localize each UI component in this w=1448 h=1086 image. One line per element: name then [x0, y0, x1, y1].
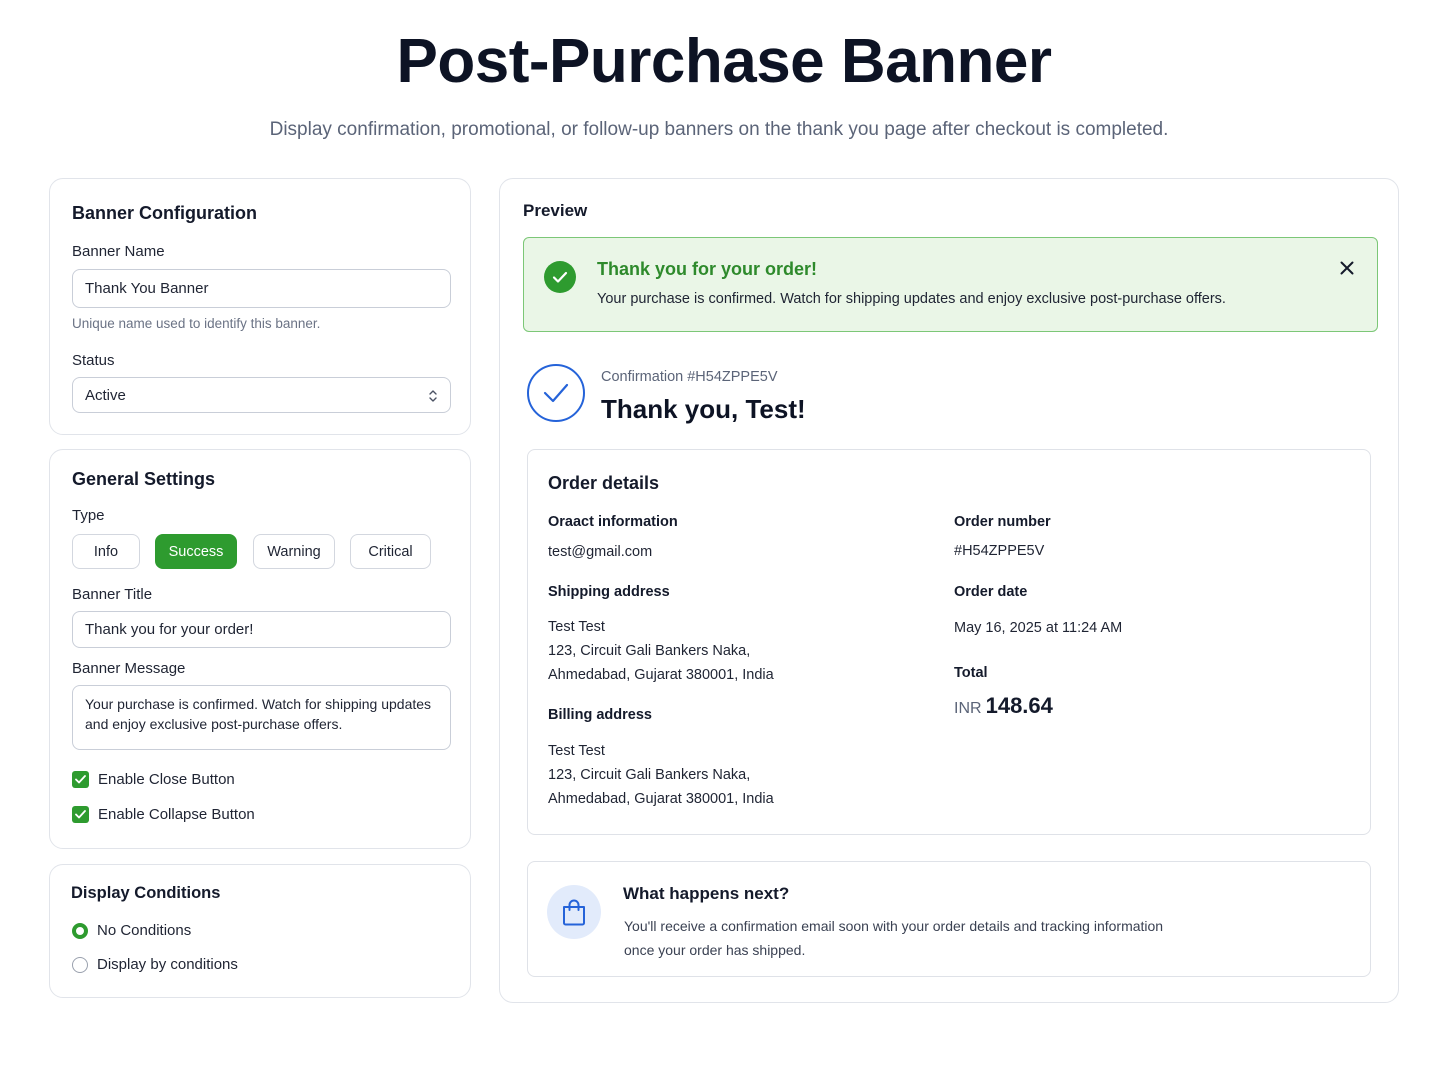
display-conditions-card: Display Conditions No Conditions Display…	[49, 864, 471, 998]
order-details-title: Order details	[548, 473, 660, 493]
banner-title: Thank you for your order!	[597, 259, 818, 279]
billing-line1: 123, Circuit Gali Bankers Naka,	[548, 767, 751, 783]
radio-label: Display by conditions	[97, 956, 238, 973]
shipping-line1: 123, Circuit Gali Bankers Naka,	[548, 643, 751, 659]
shipping-name: Test Test	[548, 619, 605, 635]
contact-label: Oraact information	[548, 514, 678, 530]
shipping-line2: Ahmedabad, Gujarat 380001, India	[548, 667, 774, 683]
preview-title: Preview	[523, 201, 588, 220]
page-subtitle: Display confirmation, promotional, or fo…	[269, 119, 1169, 140]
chevron-updown-icon	[429, 390, 437, 402]
banner-message: Your purchase is confirmed. Watch for sh…	[597, 291, 1226, 307]
type-info-button[interactable]: Info	[72, 534, 140, 569]
success-banner: Thank you for your order! Your purchase …	[523, 237, 1378, 332]
billing-line2: Ahmedabad, Gujarat 380001, India	[548, 791, 774, 807]
general-settings-card: General Settings Type Info Success Warni…	[49, 449, 471, 849]
banner-message-textarea[interactable]: Your purchase is confirmed. Watch for sh…	[72, 685, 451, 750]
total-amount: 148.64	[985, 693, 1053, 718]
banner-name-value: Thank You Banner	[85, 280, 209, 297]
radio-no-conditions[interactable]: No Conditions	[72, 922, 191, 939]
next-title: What happens next?	[623, 884, 790, 903]
status-value: Active	[85, 386, 126, 404]
enable-collapse-checkbox[interactable]: Enable Collapse Button	[72, 806, 255, 823]
card-title: Banner Configuration	[72, 203, 257, 223]
order-number-label: Order number	[954, 514, 1051, 530]
radio-unselected	[72, 956, 88, 973]
check-icon	[72, 771, 89, 788]
page-title: Post-Purchase Banner	[396, 27, 1053, 96]
type-label: Type	[72, 507, 105, 524]
total-currency: INR	[954, 700, 982, 717]
enable-close-label: Enable Close Button	[98, 771, 235, 788]
banner-name-label: Banner Name	[72, 243, 165, 260]
banner-title-input[interactable]: Thank you for your order!	[72, 611, 451, 648]
total-value: INR 148.64	[954, 694, 1053, 721]
contact-value: test@gmail.com	[548, 544, 653, 560]
banner-title-value: Thank you for your order!	[85, 621, 254, 638]
confirmation-number: Confirmation #H54ZPPE5V	[601, 369, 778, 385]
shipping-address: Test Test 123, Circuit Gali Bankers Naka…	[548, 615, 774, 687]
check-circle-icon	[527, 364, 585, 422]
radio-label: No Conditions	[97, 922, 192, 939]
preview-card: Preview Thank you for your order! Your p…	[499, 178, 1399, 1003]
shopping-bag-icon	[547, 885, 601, 939]
radio-display-by-conditions[interactable]: Display by conditions	[72, 956, 238, 973]
type-success-button[interactable]: Success	[155, 534, 237, 569]
billing-label: Billing address	[548, 707, 652, 723]
total-label: Total	[954, 665, 988, 681]
radio-selected	[72, 922, 88, 939]
order-date-value: May 16, 2025 at 11:24 AM	[954, 620, 1123, 636]
order-number-value: #H54ZPPE5V	[954, 543, 1045, 559]
order-details-card: Order details Oraact information test@gm…	[527, 449, 1371, 835]
check-circle-icon	[544, 261, 576, 293]
banner-message-label: Banner Message	[72, 660, 186, 677]
what-happens-next-card: What happens next? You'll receive a conf…	[527, 861, 1371, 977]
banner-name-help: Unique name used to identify this banner…	[72, 316, 321, 331]
banner-name-input[interactable]: Thank You Banner	[72, 269, 451, 308]
shipping-label: Shipping address	[548, 584, 670, 600]
billing-address: Test Test 123, Circuit Gali Bankers Naka…	[548, 739, 774, 811]
close-icon[interactable]	[1339, 260, 1355, 276]
status-label: Status	[72, 352, 115, 369]
status-select[interactable]: Active	[72, 377, 451, 413]
card-title: General Settings	[72, 469, 216, 489]
next-line2: once your order has shipped.	[624, 942, 806, 958]
card-title: Display Conditions	[71, 884, 221, 902]
enable-collapse-label: Enable Collapse Button	[98, 806, 255, 823]
type-critical-button[interactable]: Critical	[350, 534, 431, 569]
type-warning-button[interactable]: Warning	[253, 534, 335, 569]
billing-name: Test Test	[548, 743, 605, 759]
check-icon	[72, 806, 89, 823]
thank-you-heading: Thank you, Test!	[601, 394, 806, 424]
order-date-label: Order date	[954, 584, 1028, 600]
banner-configuration-card: Banner Configuration Banner Name Thank Y…	[49, 178, 471, 435]
banner-title-label: Banner Title	[72, 586, 153, 603]
next-line1: You'll receive a confirmation email soon…	[624, 918, 1164, 934]
enable-close-checkbox[interactable]: Enable Close Button	[72, 771, 235, 788]
